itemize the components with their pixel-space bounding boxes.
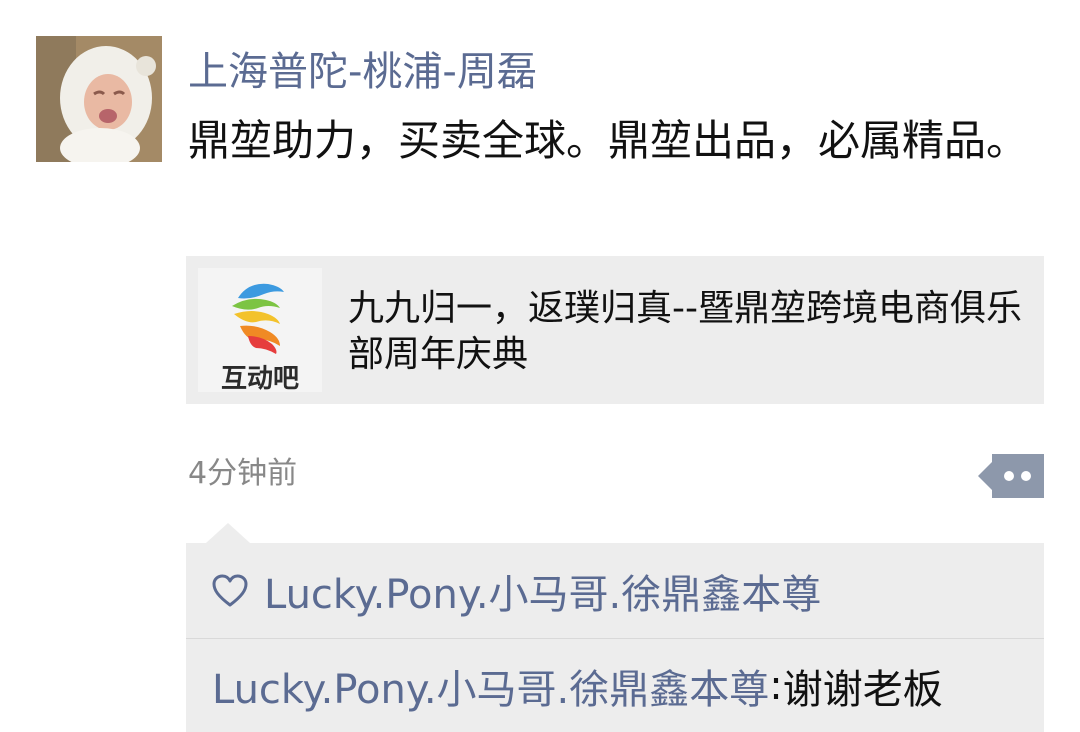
baby-photo [36,36,162,162]
panel-pointer [206,523,250,543]
link-thumbnail: 互动吧 [198,268,322,394]
liker-name[interactable]: Lucky.Pony.小马哥.徐鼎鑫本尊 [264,562,821,620]
comment-text: 谢谢老板 [782,667,943,713]
post-text: 鼎堃助力，买卖全球。鼎堃出品，必属精品。 [188,116,1029,165]
more-dots-icon [978,454,1044,498]
comment-separator: : [769,663,783,709]
shared-link-card[interactable]: 互动吧 九九归一，返璞归真--暨鼎堃跨境电商俱乐部周年庆典 [186,256,1044,404]
link-title: 九九归一，返璞归真--暨鼎堃跨境电商俱乐部周年庆典 [348,288,1022,375]
comment-button[interactable] [978,454,1044,498]
heart-outline-icon [212,574,248,606]
post-timestamp: 4分钟前 [188,456,298,491]
thumbnail-label: 互动吧 [220,364,299,394]
comment-row[interactable]: Lucky.Pony.小马哥.徐鼎鑫本尊: 谢谢老板 [186,640,1044,732]
hands-logo-icon [232,283,284,354]
post-author-name[interactable]: 上海普陀-桃浦-周磊 [188,46,537,98]
likes-row: Lucky.Pony.小马哥.徐鼎鑫本尊 [186,543,1044,639]
comment-author[interactable]: Lucky.Pony.小马哥.徐鼎鑫本尊 [212,657,769,715]
likes-comments-panel: Lucky.Pony.小马哥.徐鼎鑫本尊 Lucky.Pony.小马哥.徐鼎鑫本… [186,543,1044,732]
avatar[interactable] [36,36,162,162]
